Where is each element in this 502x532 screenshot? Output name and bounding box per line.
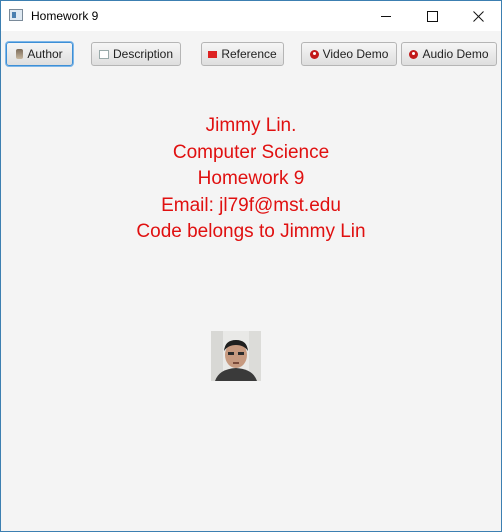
reference-button[interactable]: Reference: [201, 42, 284, 66]
audio-demo-button-label: Audio Demo: [422, 47, 489, 61]
homework-line: Homework 9: [197, 168, 305, 189]
author-photo-image: [211, 331, 261, 381]
video-demo-button[interactable]: Video Demo: [301, 42, 397, 66]
major-line: Computer Science: [172, 141, 330, 163]
ownership-line: Code belongs to Jimmy Lin: [136, 221, 366, 242]
video-demo-icon: [309, 49, 319, 59]
author-button[interactable]: Author: [6, 42, 73, 66]
video-demo-button-label: Video Demo: [322, 47, 389, 61]
author-info: Jimmy Lin. Computer Science Homework 9 E…: [1, 113, 501, 246]
audio-demo-icon: [409, 49, 419, 59]
maximize-icon: [426, 10, 438, 22]
close-icon: [472, 10, 484, 22]
author-photo: [211, 331, 261, 381]
description-button-label: Description: [112, 47, 174, 61]
minimize-icon: [381, 15, 391, 17]
maximize-button[interactable]: [409, 1, 455, 31]
reference-button-label: Reference: [221, 47, 277, 61]
author-button-label: Author: [27, 47, 63, 61]
app-window: Homework 9 Author Description Reference: [0, 0, 502, 532]
author-icon: [16, 49, 24, 59]
title-bar[interactable]: Homework 9: [1, 1, 501, 31]
minimize-button[interactable]: [363, 1, 409, 31]
description-icon: [98, 49, 109, 59]
author-name-line: Jimmy Lin.: [205, 115, 297, 136]
email-line: Email: jl79f@mst.edu: [161, 194, 341, 216]
audio-demo-button[interactable]: Audio Demo: [401, 42, 497, 66]
reference-icon: [208, 50, 218, 58]
description-button[interactable]: Description: [91, 42, 181, 66]
app-icon[interactable]: [9, 9, 23, 21]
window-title: Homework 9: [31, 9, 99, 23]
toolbar: Author Description Reference Video Demo …: [1, 41, 501, 69]
close-button[interactable]: [455, 1, 501, 31]
